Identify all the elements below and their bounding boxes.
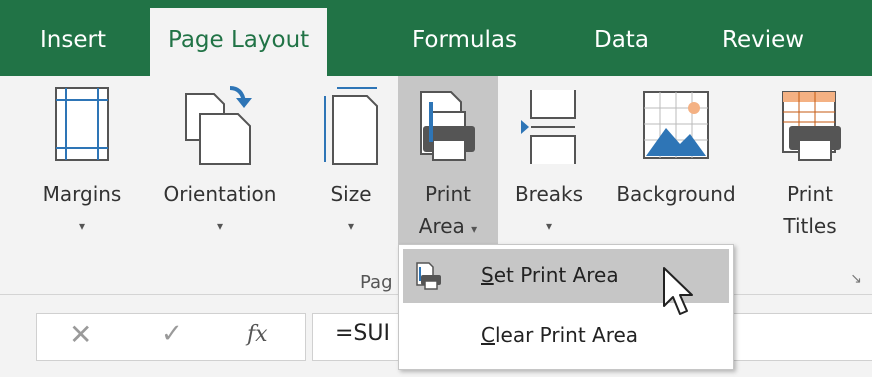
ribbon-tab-bar: Insert Page Layout Formulas Data Review bbox=[0, 0, 872, 76]
tab-page-layout[interactable]: Page Layout bbox=[150, 8, 328, 76]
print-titles-button[interactable]: Print Titles bbox=[762, 76, 858, 266]
margins-button[interactable]: Margins ▾ bbox=[30, 76, 134, 266]
formula-text: =SUI bbox=[335, 321, 390, 346]
margins-icon bbox=[52, 84, 112, 171]
dropdown-caret-icon: ▾ bbox=[545, 219, 553, 233]
print-area-button[interactable]: Print Area ▾ bbox=[398, 76, 498, 244]
print-titles-icon bbox=[775, 84, 845, 175]
dropdown-caret-icon: ▾ bbox=[216, 219, 224, 233]
orientation-button[interactable]: Orientation ▾ bbox=[140, 76, 300, 266]
enter-icon[interactable]: ✓ bbox=[161, 318, 183, 349]
mouse-pointer-icon bbox=[660, 266, 696, 325]
print-titles-label: Print bbox=[786, 182, 833, 206]
size-icon bbox=[319, 84, 383, 175]
breaks-label: Breaks bbox=[514, 182, 584, 206]
print-titles-label-2: Titles bbox=[783, 214, 837, 238]
dropdown-caret-icon: ▾ bbox=[78, 219, 86, 233]
breaks-button[interactable]: Breaks ▾ bbox=[506, 76, 592, 266]
margins-label: Margins bbox=[42, 182, 122, 206]
cancel-icon[interactable]: ✕ bbox=[69, 318, 92, 351]
orientation-icon bbox=[180, 84, 260, 175]
tab-review[interactable]: Review bbox=[722, 0, 804, 76]
tab-data[interactable]: Data bbox=[594, 0, 649, 76]
formula-buttons: ✕ ✓ fx bbox=[36, 313, 306, 361]
print-area-icon bbox=[413, 84, 483, 175]
breaks-icon bbox=[517, 84, 581, 175]
menu-item-label: Set Print Area bbox=[481, 263, 619, 287]
print-area-label: Print bbox=[424, 182, 471, 206]
background-label: Background bbox=[616, 182, 736, 206]
print-area-label-2: Area ▾ bbox=[418, 214, 478, 238]
tab-insert[interactable]: Insert bbox=[40, 0, 106, 76]
orientation-label: Orientation bbox=[163, 182, 277, 206]
size-button[interactable]: Size ▾ bbox=[310, 76, 392, 266]
group-label-page-setup: Pag bbox=[360, 272, 393, 293]
dropdown-caret-icon: ▾ bbox=[347, 219, 355, 233]
tab-formulas[interactable]: Formulas bbox=[412, 0, 517, 76]
background-icon bbox=[636, 84, 716, 175]
dropdown-caret-icon: ▾ bbox=[471, 222, 478, 236]
dialog-launcher-icon[interactable]: ↘ bbox=[850, 270, 862, 287]
set-print-area-icon bbox=[413, 261, 443, 296]
menu-item-label: Clear Print Area bbox=[481, 323, 639, 347]
background-button[interactable]: Background bbox=[596, 76, 756, 266]
insert-function-icon[interactable]: fx bbox=[247, 322, 268, 347]
size-label: Size bbox=[330, 182, 372, 206]
